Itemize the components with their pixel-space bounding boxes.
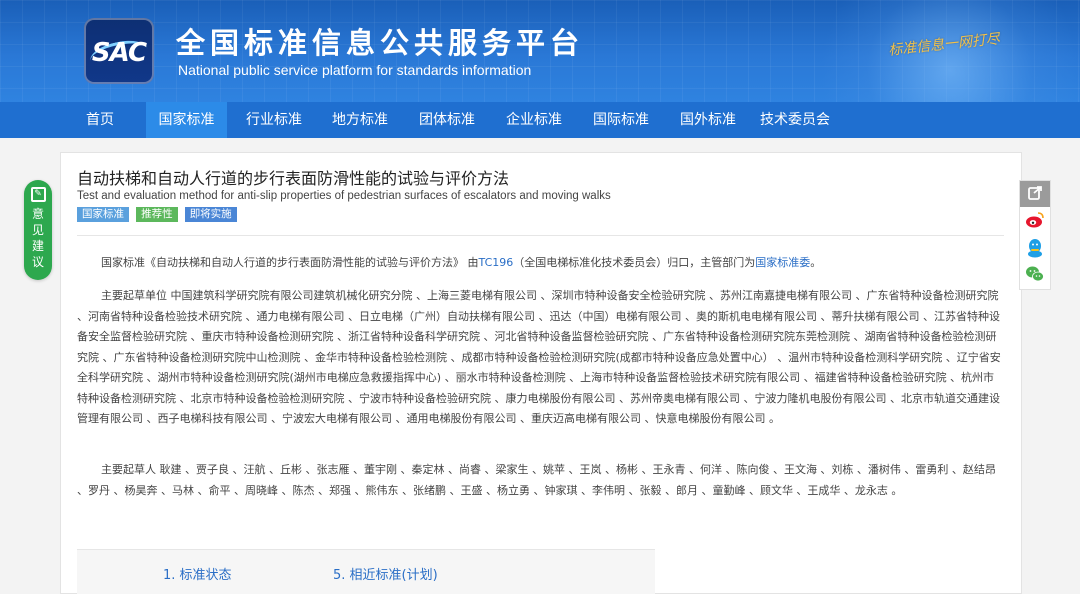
tab-similar-standards[interactable]: 5. 相近标准(计划) xyxy=(333,564,438,583)
nav-item-local-standards[interactable]: 地方标准 xyxy=(320,102,400,138)
nav-item-national-standards[interactable]: 国家标准 xyxy=(146,102,227,138)
nav-item-home[interactable]: 首页 xyxy=(70,102,130,138)
badge-recommended: 推荐性 xyxy=(136,207,178,222)
qq-icon[interactable] xyxy=(1020,235,1050,261)
feedback-button[interactable]: ✎ 意见建议 xyxy=(24,180,52,280)
feedback-label: 意见建议 xyxy=(31,207,44,269)
site-subtitle: National public service platform for sta… xyxy=(178,62,532,78)
drafters-paragraph: 主要起草人 耿建 、贾子良 、汪航 、丘彬 、张志雁 、董宇刚 、秦定林 、尚睿… xyxy=(77,463,996,497)
edit-icon: ✎ xyxy=(30,187,46,202)
drafting-units-paragraph: 主要起草单位 中国建筑科学研究院有限公司建筑机械化研究分院 、上海三菱电梯有限公… xyxy=(77,289,1001,425)
detail-tabs: 1. 标准状态 5. 相近标准(计划) xyxy=(77,549,655,594)
intro-suffix: 。 xyxy=(810,256,822,269)
site-title: 全国标准信息公共服务平台 xyxy=(176,26,585,60)
standard-detail-card: 自动扶梯和自动人行道的步行表面防滑性能的试验与评价方法 Test and eva… xyxy=(60,152,1022,594)
share-sidebar xyxy=(1019,180,1051,290)
nav-item-industry-standards[interactable]: 行业标准 xyxy=(234,102,314,138)
logo-text: SAC xyxy=(91,38,147,68)
nav-item-group-standards[interactable]: 团体标准 xyxy=(407,102,487,138)
title-divider xyxy=(77,235,1004,236)
main-nav: 首页 国家标准 行业标准 地方标准 团体标准 企业标准 国际标准 国外标准 技术… xyxy=(0,102,1080,138)
badge-national-standard: 国家标准 xyxy=(77,207,129,222)
intro-middle: （全国电梯标准化技术委员会）归口，主管部门为 xyxy=(513,256,756,269)
intro-prefix: 国家标准《自动扶梯和自动人行道的步行表面防滑性能的试验与评价方法》 由 xyxy=(101,256,479,269)
intro-paragraph: 国家标准《自动扶梯和自动人行道的步行表面防滑性能的试验与评价方法》 由TC196… xyxy=(77,253,1003,274)
tc-link[interactable]: TC196 xyxy=(479,256,514,269)
standard-title-en: Test and evaluation method for anti-slip… xyxy=(77,190,611,202)
badge-upcoming: 即将实施 xyxy=(184,207,237,222)
standard-badges: 国家标准 推荐性 即将实施 xyxy=(77,207,239,223)
nav-item-technical-committees[interactable]: 技术委员会 xyxy=(752,102,838,138)
tab-standard-status[interactable]: 1. 标准状态 xyxy=(163,564,232,583)
nav-item-international-standards[interactable]: 国际标准 xyxy=(581,102,661,138)
weibo-icon[interactable] xyxy=(1020,207,1050,233)
wechat-icon[interactable] xyxy=(1020,261,1050,287)
standard-title: 自动扶梯和自动人行道的步行表面防滑性能的试验与评价方法 xyxy=(77,169,510,188)
sac-logo[interactable]: SAC xyxy=(84,18,154,84)
nav-item-foreign-standards[interactable]: 国外标准 xyxy=(668,102,748,138)
authority-link[interactable]: 国家标准委 xyxy=(755,256,810,269)
nav-item-enterprise-standards[interactable]: 企业标准 xyxy=(494,102,574,138)
header-banner: SAC 全国标准信息公共服务平台 National public service… xyxy=(0,0,1080,102)
share-icon[interactable] xyxy=(1020,181,1050,207)
